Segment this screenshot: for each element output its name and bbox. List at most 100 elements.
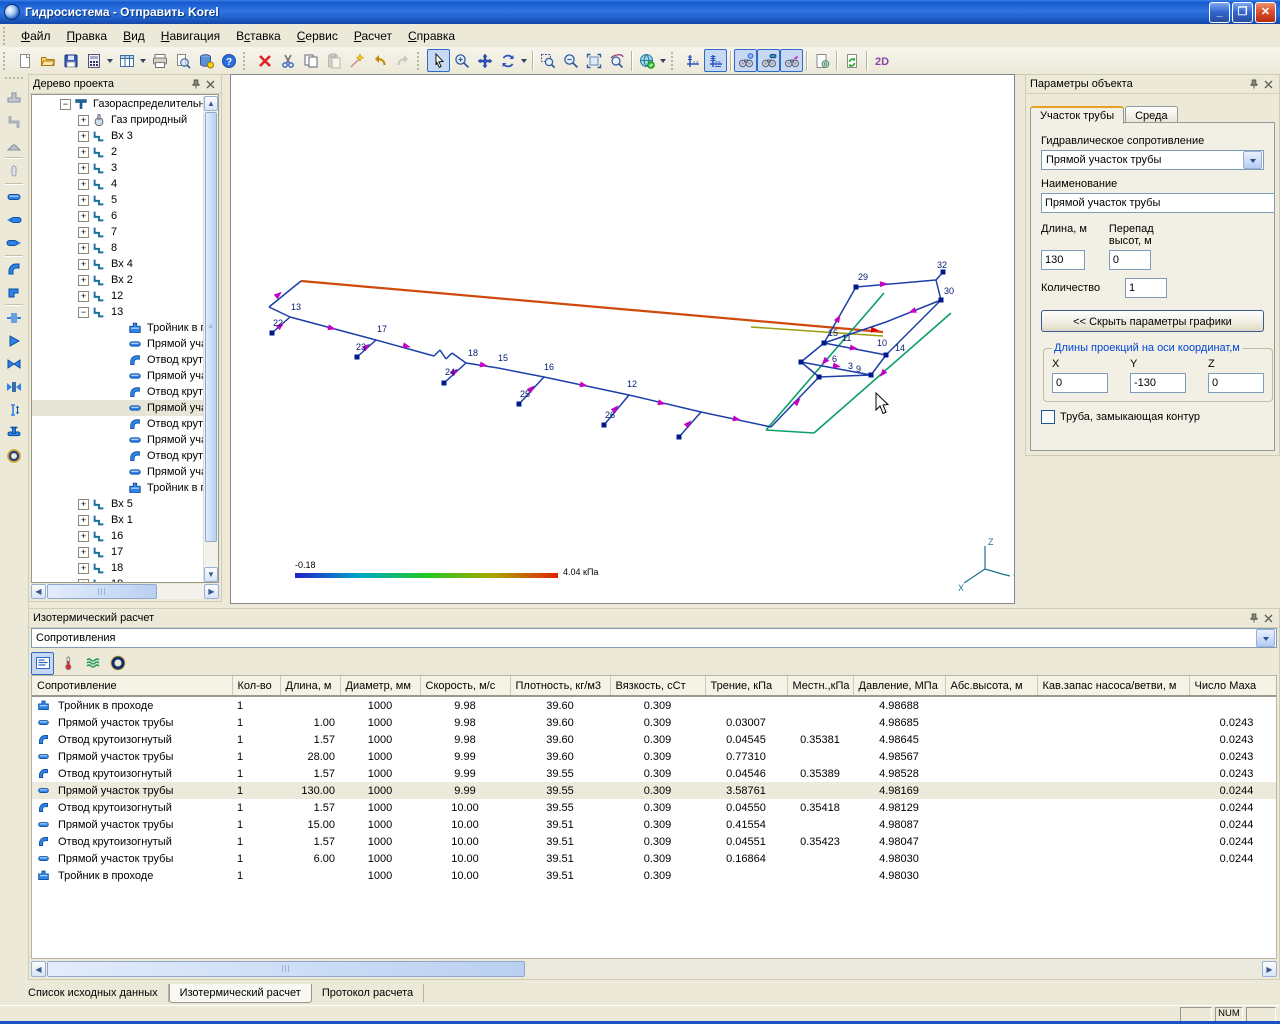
select-cursor-button[interactable]: [427, 49, 450, 72]
tree-item[interactable]: +5: [32, 192, 204, 208]
table-row[interactable]: Прямой участок трубы1130.0010009.9939.55…: [32, 782, 1277, 799]
column-header[interactable]: Число Маха: [1189, 676, 1277, 696]
zoom-selected-button[interactable]: [605, 49, 628, 72]
view-2d-button[interactable]: 2D: [870, 49, 893, 72]
table-row[interactable]: Отвод крутоизогнутый11.5710009.9939.550.…: [32, 765, 1277, 782]
tree-item[interactable]: Прямой участок: [32, 368, 204, 384]
table-row[interactable]: Тройник в проходе110009.9839.600.3094.98…: [32, 696, 1277, 714]
tree-item[interactable]: Прямой участок: [32, 400, 204, 416]
insert-pipe-inlet-button[interactable]: [2, 208, 26, 231]
menu-grip[interactable]: [3, 27, 10, 45]
insert-bend-button[interactable]: [2, 257, 26, 280]
insert-tee-button[interactable]: [2, 87, 26, 110]
tree-item[interactable]: Отвод крутоизо: [32, 384, 204, 400]
find-node-button[interactable]: [734, 49, 757, 72]
table-view-button[interactable]: [115, 49, 138, 72]
undo-button[interactable]: [368, 49, 391, 72]
tree-item[interactable]: +Вх 5: [32, 496, 204, 512]
tree-item[interactable]: +16: [32, 528, 204, 544]
insert-miter-bend-button[interactable]: [2, 280, 26, 303]
zoom-extents-button[interactable]: [582, 49, 605, 72]
tree-item[interactable]: +Вх 4: [32, 256, 204, 272]
insert-ring-button[interactable]: [2, 444, 26, 467]
redo-button[interactable]: [391, 49, 414, 72]
chevron-down-icon[interactable]: [1256, 629, 1275, 647]
insert-valve-button[interactable]: [2, 352, 26, 375]
expand-icon[interactable]: +: [78, 515, 89, 526]
table-row[interactable]: Прямой участок трубы128.0010009.9939.600…: [32, 748, 1277, 765]
project-tree[interactable]: −Газораспределительнс+Газ природный+Вх 3…: [31, 94, 219, 583]
expand-icon[interactable]: +: [78, 195, 89, 206]
report-settings-button[interactable]: [810, 49, 833, 72]
save-button[interactable]: [59, 49, 82, 72]
pan-button[interactable]: [473, 49, 496, 72]
results-table[interactable]: СопротивлениеКол-воДлина, мДиаметр, ммСк…: [32, 676, 1277, 884]
insert-reducer-button[interactable]: [2, 133, 26, 156]
tree-item[interactable]: +12: [32, 288, 204, 304]
hide-graphics-button[interactable]: << Скрыть параметры графики: [1041, 310, 1264, 332]
restore-button[interactable]: ❐: [1232, 2, 1253, 23]
tree-item[interactable]: Отвод крутоизо: [32, 416, 204, 432]
expand-icon[interactable]: +: [78, 531, 89, 542]
show-dimensions-button[interactable]: [704, 49, 727, 72]
menu-6[interactable]: Сервис: [289, 26, 346, 46]
tree-item[interactable]: +6: [32, 208, 204, 224]
results-type-select[interactable]: Сопротивления: [31, 628, 1277, 648]
insert-pipe-outlet-button[interactable]: [2, 231, 26, 254]
table-row[interactable]: Прямой участок трубы11.0010009.9839.600.…: [32, 714, 1277, 731]
view-sphere-dropdown-icon[interactable]: [658, 49, 668, 72]
pin-icon[interactable]: [1247, 611, 1261, 625]
print-button[interactable]: [148, 49, 171, 72]
send-database-button[interactable]: [194, 49, 217, 72]
tree-item[interactable]: −Газораспределительнс: [32, 96, 204, 112]
column-header[interactable]: Плотность, кг/м3: [510, 676, 610, 696]
chevron-down-icon[interactable]: [1243, 151, 1262, 169]
results-horizontal-scrollbar[interactable]: ◀||| ▶: [31, 961, 1277, 977]
column-header[interactable]: Кав.запас насоса/ветви, м: [1037, 676, 1189, 696]
column-header[interactable]: Длина, м: [280, 676, 340, 696]
expand-icon[interactable]: +: [78, 211, 89, 222]
tree-item[interactable]: Прямой участок: [32, 432, 204, 448]
rotate-view-dropdown-icon[interactable]: [519, 49, 529, 72]
tree-item[interactable]: +17: [32, 544, 204, 560]
tree-item[interactable]: +4: [32, 176, 204, 192]
tree-item[interactable]: Тройник в прох: [32, 320, 204, 336]
expand-icon[interactable]: +: [78, 227, 89, 238]
zoom-window-button[interactable]: [536, 49, 559, 72]
tree-item[interactable]: +Газ природный: [32, 112, 204, 128]
length-field[interactable]: [1041, 250, 1085, 270]
table-row[interactable]: Прямой участок трубы16.00100010.0039.510…: [32, 850, 1277, 867]
paste-button[interactable]: [322, 49, 345, 72]
expand-icon[interactable]: +: [78, 275, 89, 286]
insert-pipe-button[interactable]: [2, 185, 26, 208]
close-panel-icon[interactable]: [1261, 77, 1275, 91]
tree-item[interactable]: Прямой участок: [32, 336, 204, 352]
column-header[interactable]: Абс.высота, м: [945, 676, 1037, 696]
tree-item[interactable]: +Вх 2: [32, 272, 204, 288]
tree-item[interactable]: +Вх 1: [32, 512, 204, 528]
view-temperature-button[interactable]: [56, 652, 79, 675]
menu-1[interactable]: Файл: [13, 26, 59, 46]
expand-icon[interactable]: +: [78, 291, 89, 302]
column-header[interactable]: Диаметр, мм: [340, 676, 420, 696]
tree-item[interactable]: +8: [32, 240, 204, 256]
table-row[interactable]: Тройник в проходе1100010.0039.510.3094.9…: [32, 867, 1277, 884]
calculation-dropdown-icon[interactable]: [105, 49, 115, 72]
edit-properties-button[interactable]: [345, 49, 368, 72]
scheme-3d-view[interactable]: 132217231824151625122629323015111014693-…: [230, 74, 1015, 604]
close-panel-icon[interactable]: [1261, 611, 1275, 625]
resistance-select[interactable]: Прямой участок трубы: [1041, 150, 1264, 170]
open-project-button[interactable]: [36, 49, 59, 72]
name-field[interactable]: [1041, 193, 1275, 213]
table-row[interactable]: Прямой участок трубы115.00100010.0039.51…: [32, 816, 1277, 833]
menu-8[interactable]: Справка: [400, 26, 463, 46]
refresh-results-button[interactable]: [840, 49, 863, 72]
insert-branch-button[interactable]: [2, 110, 26, 133]
tree-vertical-scrollbar[interactable]: ▲ ≡ ▼: [203, 96, 218, 582]
close-panel-icon[interactable]: [203, 77, 217, 91]
tree-item[interactable]: +3: [32, 160, 204, 176]
copy-button[interactable]: [299, 49, 322, 72]
menu-3[interactable]: Вид: [115, 26, 153, 46]
column-header[interactable]: Вязкость, сСт: [610, 676, 705, 696]
doc-tab-2[interactable]: Изотермический расчет: [169, 984, 312, 1003]
